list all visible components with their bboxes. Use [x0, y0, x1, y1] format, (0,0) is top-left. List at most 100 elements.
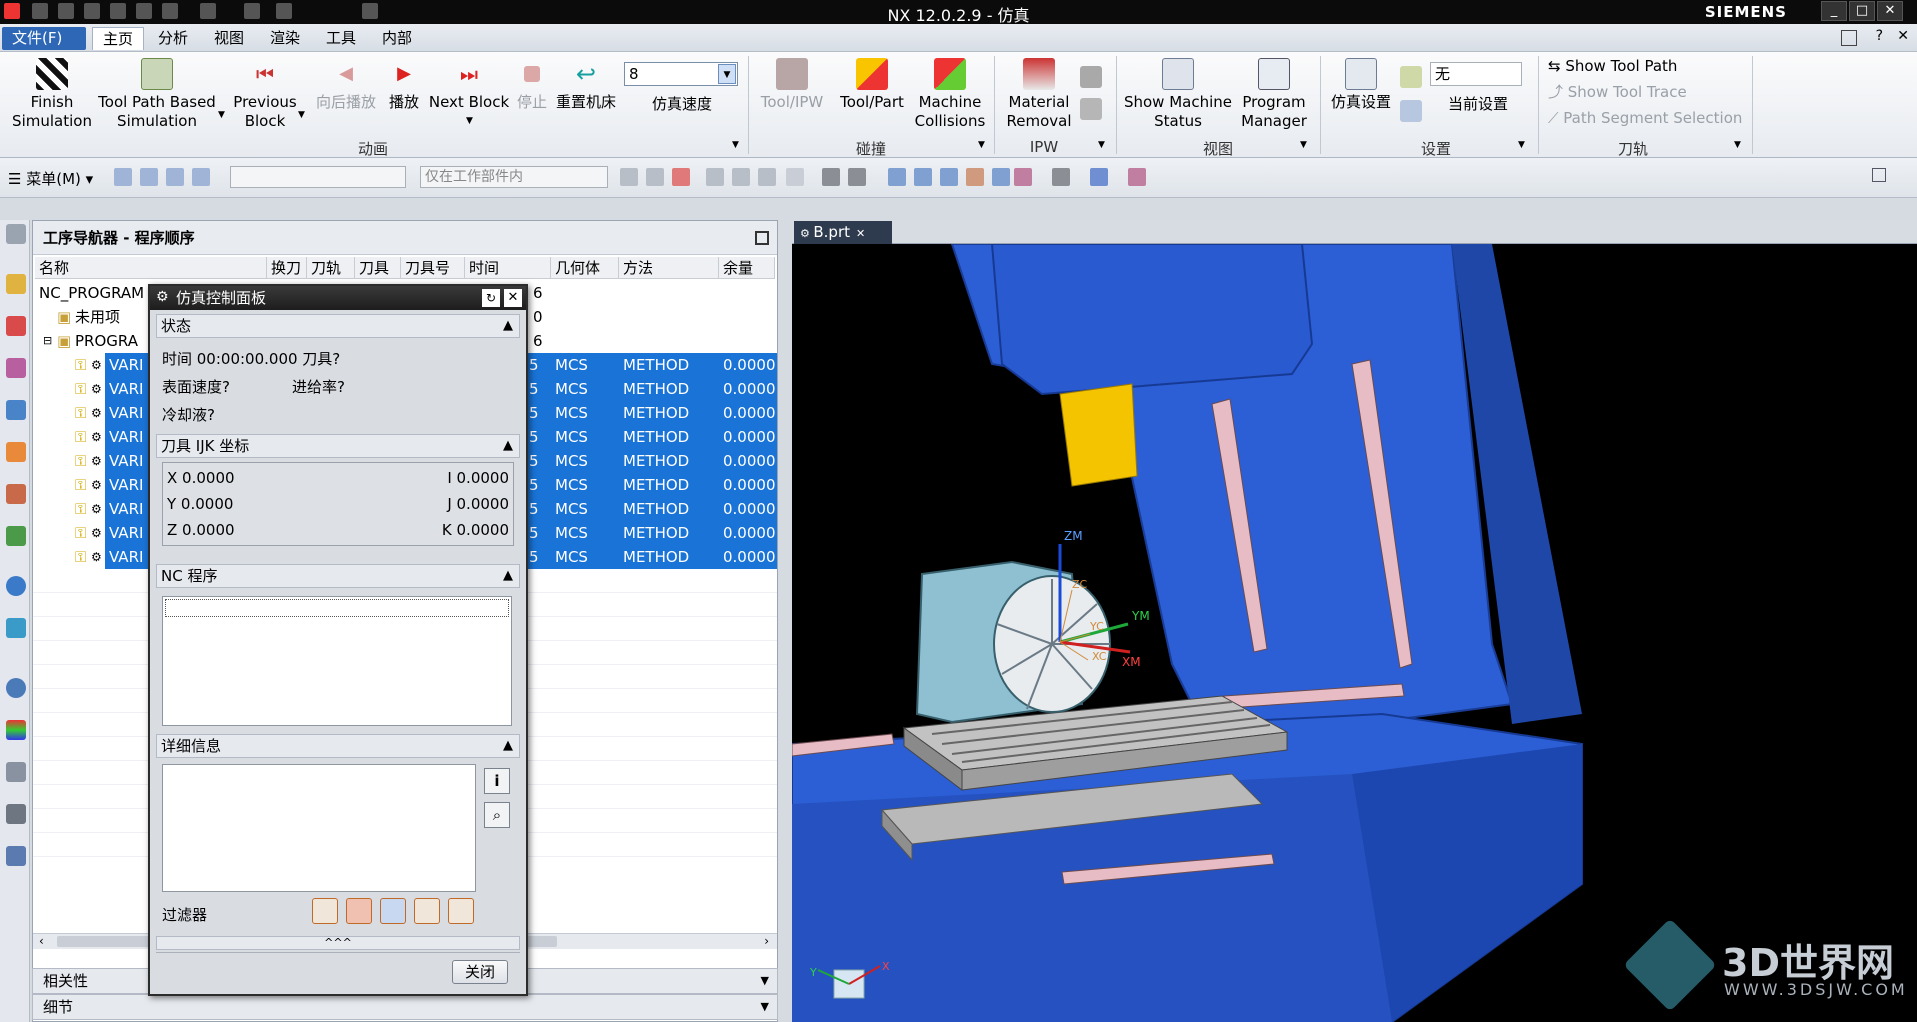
shaded-icon[interactable] [822, 168, 840, 186]
ijk-section-header[interactable]: 刀具 IJK 坐标 ▲ [156, 434, 520, 458]
play-button[interactable]: ▶ 播放 [384, 58, 424, 112]
view-group-expander[interactable]: ▼ [1300, 140, 1307, 150]
show-tool-trace-button[interactable]: ⤴ Show Tool Trace [1548, 82, 1687, 102]
snap-end-icon[interactable] [706, 168, 724, 186]
next-block-button[interactable]: ⏭ Next Block [428, 58, 510, 112]
navigator-maximize-icon[interactable] [755, 231, 769, 245]
orient-view-icon[interactable] [1090, 168, 1108, 186]
settings-group-expander[interactable]: ▼ [1518, 140, 1525, 150]
previous-block-button[interactable]: ⏮ Previous Block [232, 58, 298, 131]
close-button[interactable]: 关闭 [452, 960, 508, 984]
collapse-all-button[interactable]: ^^^ [156, 936, 520, 950]
close-window-button[interactable]: ✕ [1877, 1, 1903, 21]
pan-icon[interactable] [966, 168, 984, 186]
type-filter-select[interactable] [230, 166, 406, 188]
snap-mid-icon[interactable] [732, 168, 750, 186]
scroll-right-icon[interactable]: › [764, 934, 769, 948]
zoom-icon[interactable] [914, 168, 932, 186]
filter-message-icon[interactable] [448, 898, 474, 924]
column-header-time[interactable]: 时间 [465, 257, 551, 279]
select-body-icon[interactable] [166, 168, 184, 186]
select-feature-icon[interactable] [140, 168, 158, 186]
layer-icon[interactable] [1014, 168, 1032, 186]
column-header-tool-change[interactable]: 换刀 [267, 257, 307, 279]
box-select-icon[interactable] [786, 168, 804, 186]
dialog-gear-icon[interactable]: ⚙ [156, 289, 169, 305]
animation-group-expander[interactable]: ▼ [732, 140, 739, 150]
fullscreen-icon[interactable] [1841, 30, 1857, 46]
process-studio-icon[interactable] [6, 762, 26, 782]
part-navigator-icon[interactable] [6, 484, 26, 504]
program-manager-button[interactable]: Program Manager [1236, 58, 1312, 131]
collision-group-expander[interactable]: ▼ [978, 140, 985, 150]
file-menu[interactable]: 文件(F) [2, 27, 86, 50]
snap-icon[interactable] [620, 168, 638, 186]
tab-render[interactable]: 渲染 [260, 27, 310, 50]
stop-button[interactable]: 停止 [514, 58, 550, 112]
details-listbox[interactable] [162, 764, 476, 892]
previous-block-dropdown-icon[interactable]: ▼ [298, 110, 305, 120]
filter-motion-icon[interactable] [380, 898, 406, 924]
role-icon[interactable] [6, 846, 26, 866]
fit-view-icon[interactable] [888, 168, 906, 186]
visual-palette-icon[interactable] [6, 720, 26, 740]
render-style-icon[interactable] [992, 168, 1010, 186]
finish-simulation-button[interactable]: Finish Simulation [8, 58, 96, 131]
graphics-viewport[interactable]: ZM YM XM YC XC ZC X Y 3D世界网 WWW.3DSJW.CO… [792, 244, 1917, 1022]
web-icon[interactable] [6, 618, 26, 638]
tab-home[interactable]: 主页 [92, 27, 145, 50]
tab-view[interactable]: 视图 [204, 27, 254, 50]
select-icon[interactable] [114, 168, 132, 186]
method-view-icon[interactable] [6, 400, 26, 420]
geometry-view-icon[interactable] [6, 358, 26, 378]
next-block-dropdown-icon[interactable]: ▼ [466, 116, 473, 126]
help-icon[interactable]: ? [1876, 28, 1883, 44]
wireframe-icon[interactable] [848, 168, 866, 186]
select-filter-icon[interactable] [192, 168, 210, 186]
column-header-tool-number[interactable]: 刀具号 [401, 257, 465, 279]
tab-close-icon[interactable]: ✕ [856, 227, 865, 240]
library-icon[interactable] [6, 526, 26, 546]
details-panel[interactable]: 细节 ▼ [32, 994, 778, 1020]
column-header-stock[interactable]: 余量 [719, 257, 775, 279]
status-section-header[interactable]: 状态 ▲ [156, 314, 520, 338]
column-header-name[interactable]: 名称 [35, 257, 267, 279]
machine-collisions-button[interactable]: Machine Collisions [912, 58, 988, 131]
tool-ipw-button[interactable]: Tool/IPW [754, 58, 830, 112]
settings-list-icon[interactable] [1400, 100, 1422, 122]
maximize-button[interactable]: □ [1849, 1, 1875, 21]
reset-dialog-icon[interactable]: ↻ [482, 289, 500, 307]
sim-settings-button[interactable]: 仿真设置 [1326, 58, 1396, 112]
scroll-left-icon[interactable]: ‹ [39, 934, 44, 948]
info-icon[interactable]: i [484, 768, 510, 794]
tab-analysis[interactable]: 分析 [148, 27, 198, 50]
dialog-close-icon[interactable]: ✕ [504, 289, 522, 307]
settings-gear-icon[interactable] [6, 224, 26, 244]
settings-gear-icon[interactable] [1400, 66, 1422, 88]
nc-program-listbox[interactable] [162, 596, 512, 726]
show-hide-icon[interactable] [1128, 168, 1146, 186]
nc-program-section-header[interactable]: NC 程序 ▲ [156, 564, 520, 588]
filter-collision-icon[interactable] [346, 898, 372, 924]
tool-path-simulation-button[interactable]: Tool Path Based Simulation [96, 58, 218, 131]
collapse-icon[interactable]: ⊟ [39, 329, 52, 353]
history-clock-icon[interactable] [6, 678, 26, 698]
material-removal-button[interactable]: Material Removal [1000, 58, 1078, 131]
edge-display-icon[interactable] [1052, 168, 1070, 186]
restore-icon[interactable] [1872, 168, 1886, 182]
ribbon-close-icon[interactable]: ✕ [1897, 28, 1909, 44]
column-header-geometry[interactable]: 几何体 [551, 257, 619, 279]
rotate-icon[interactable] [940, 168, 958, 186]
ipw-option-icon[interactable] [1080, 66, 1102, 88]
tab-tools[interactable]: 工具 [316, 27, 366, 50]
tab-internal[interactable]: 内部 [372, 27, 422, 50]
show-machine-status-button[interactable]: Show Machine Status [1120, 58, 1236, 131]
current-settings-input[interactable]: 无 [1430, 62, 1522, 86]
assembly-icon[interactable] [6, 442, 26, 462]
sim-speed-dropdown-icon[interactable]: ▼ [718, 64, 736, 84]
toolpath-group-expander[interactable]: ▼ [1734, 140, 1741, 150]
magnifier-icon[interactable]: ⌕ [484, 802, 510, 828]
column-header-method[interactable]: 方法 [619, 257, 719, 279]
scope-select[interactable]: 仅在工作部件内 [420, 166, 608, 188]
reset-machine-button[interactable]: ↩ 重置机床 [552, 58, 620, 112]
